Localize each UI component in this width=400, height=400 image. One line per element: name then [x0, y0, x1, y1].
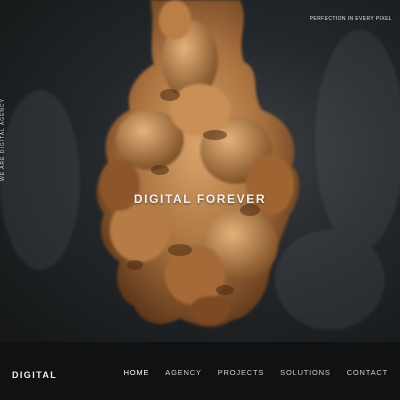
- brand-logo[interactable]: DIGITAL: [12, 370, 57, 380]
- hero-section: WE ARE DIGITAL AGENCY PERFECTION IN EVER…: [0, 0, 400, 342]
- nav-link-home[interactable]: HOME: [124, 368, 150, 377]
- main-navigation: DIGITAL HOME AGENCY PROJECTS SOLUTIONS C…: [0, 342, 400, 400]
- hero-title: DIGITAL FOREVER: [133, 192, 267, 206]
- nav-link-contact[interactable]: CONTACT: [347, 368, 388, 377]
- ink-smoke-image: [0, 0, 400, 330]
- nav-link-projects[interactable]: PROJECTS: [218, 368, 264, 377]
- hero-tagline: PERFECTION IN EVERY PIXEL: [309, 16, 392, 22]
- nav-link-agency[interactable]: AGENCY: [165, 368, 201, 377]
- nav-link-solutions[interactable]: SOLUTIONS: [280, 368, 331, 377]
- nav-links: HOME AGENCY PROJECTS SOLUTIONS CONTACT: [124, 368, 388, 377]
